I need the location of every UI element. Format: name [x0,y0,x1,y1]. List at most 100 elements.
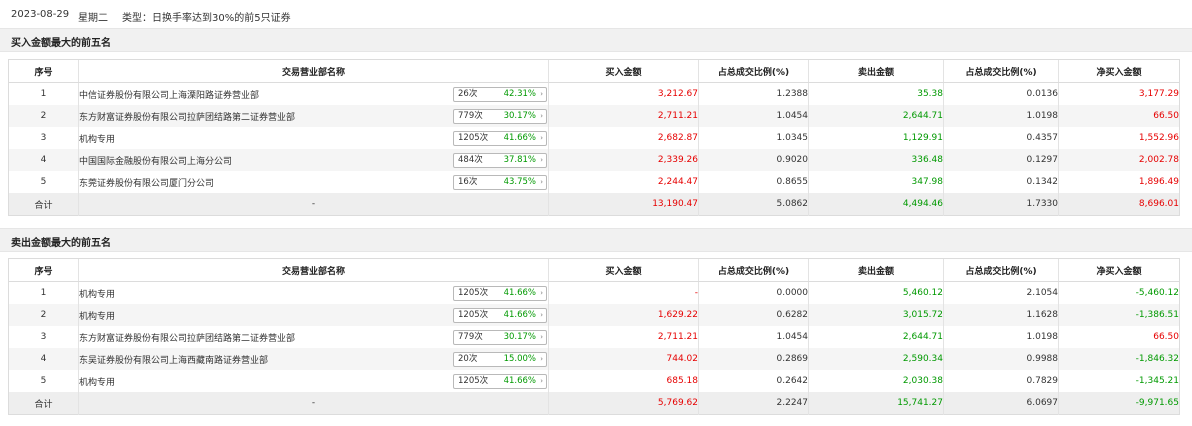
branch-stats-badge[interactable]: 16次 43.75% › [453,175,547,190]
branch-name-cell: 东吴证券股份有限公司上海西藏南路证券营业部 20次 15.00% › [78,348,549,370]
branch-stats-badge[interactable]: 1205次 41.66% › [453,308,547,323]
branch-name-cell: 机构专用 1205次 41.66% › [78,370,549,392]
buy-amount-cell: 2,682.87 [548,127,699,149]
total-sell-ratio: 6.0697 [943,392,1059,415]
table-row: 1 机构专用 1205次 41.66% › -0.0000 5,460.12 2.1054 -5… [9,281,1180,304]
branch-stats-badge[interactable]: 20次 15.00% › [453,352,547,367]
sell-amount-cell: 336.48 [808,149,944,171]
win-rate: 41.66% [503,133,536,143]
branch-name-link[interactable]: 机构专用 [80,312,116,322]
branch-name-link[interactable]: 机构专用 [80,378,116,388]
win-rate: 30.17% [503,111,536,121]
branch-name-link[interactable]: 东方财富证券股份有限公司拉萨团结路第二证券营业部 [80,113,296,123]
buy-ratio-cell: 1.0454 [698,326,809,348]
buy-ratio-cell: 1.0454 [698,105,809,127]
sell-ratio-cell: 1.0198 [943,326,1059,348]
chevron-right-icon: › [540,178,543,186]
branch-name-link[interactable]: 机构专用 [80,290,116,300]
branch-stats-badge[interactable]: 484次 37.81% › [453,153,547,168]
rank-cell: 4 [8,149,79,171]
chevron-right-icon: › [540,355,543,363]
col-net-buy: 净买入金额 [1058,258,1180,282]
win-rate: 30.17% [503,332,536,342]
branch-stats-badge[interactable]: 779次 30.17% › [453,109,547,124]
table-row: 3 东方财富证券股份有限公司拉萨团结路第二证券营业部 779次 30.17% › 2,71… [9,326,1180,348]
total-row: 合计 -13,190.47 5.0862 4,494.46 1.7330 8,696.01 [8,193,1180,216]
branch-name-cell: 中信证券股份有限公司上海溧阳路证券营业部 26次 42.31% › [78,82,549,105]
net-buy-cell: -1,386.51 [1058,304,1180,326]
buy-ratio-cell: 0.0000 [698,281,809,304]
buy-ratio-cell: 0.2642 [698,370,809,392]
list-type: 类型：日换手率达到30%的前5只证券 [122,13,291,24]
total-net-buy: 8,696.01 [1058,193,1180,216]
total-sell-amount: 15,741.27 [808,392,944,415]
col-sell-ratio: 占总成交比例(%) [943,258,1059,282]
buy-section-header: 买入金额最大的前五名 [0,28,1192,52]
branch-stats-badge[interactable]: 1205次 41.66% › [453,131,547,146]
chevron-right-icon: › [540,289,543,297]
table-row: 2 机构专用 1205次 41.66% › 1,629.22 0.6282 3,015.72 1… [8,304,1180,326]
chevron-right-icon: › [540,333,543,341]
net-buy-cell: 1,896.49 [1058,171,1180,193]
listing-count: 20次 [458,354,478,364]
table-row: 1 中信证券股份有限公司上海溧阳路证券营业部 26次 42.31% › 3,212.67 1… [9,82,1180,105]
table-row: 2 东方财富证券股份有限公司拉萨团结路第二证券营业部 779次 30.17% › 2,71… [8,105,1180,127]
sell-section-header: 卖出金额最大的前五名 [0,228,1192,252]
sell-ratio-cell: 0.4357 [943,127,1059,149]
sell-amount-cell: 2,644.71 [808,105,944,127]
branch-name-link[interactable]: 中信证券股份有限公司上海溧阳路证券营业部 [80,91,260,101]
net-buy-cell: 1,552.96 [1058,127,1180,149]
table-row: 3 机构专用 1205次 41.66% › 2,682.87 1.0345 1,129.91 0… [9,127,1180,149]
info-bar: 2023-08-29 星期二 类型：日换手率达到30%的前5只证券 [0,0,1192,29]
branch-name-link[interactable]: 东吴证券股份有限公司上海西藏南路证券营业部 [80,356,269,366]
table-row: 5 东莞证券股份有限公司厦门分公司 16次 43.75% › 2,244.47 0.8655… [9,171,1180,193]
col-branch-name: 交易营业部名称 [78,59,549,83]
branch-stats-badge[interactable]: 1205次 41.66% › [453,374,547,389]
sell-ratio-cell: 0.7829 [943,370,1059,392]
sell-amount-cell: 3,015.72 [808,304,944,326]
sell-ratio-cell: 0.1342 [943,171,1059,193]
col-buy-ratio: 占总成交比例(%) [698,258,809,282]
branch-name-cell: 机构专用 1205次 41.66% › [78,281,549,304]
listing-count: 1205次 [458,133,489,143]
chevron-right-icon: › [540,90,543,98]
buy-amount-cell: 2,244.47 [548,171,699,193]
col-buy-amount: 买入金额 [548,59,699,83]
sell-amount-cell: 5,460.12 [808,281,944,304]
sell-ratio-cell: 0.0136 [943,82,1059,105]
sell-amount-cell: 2,644.71 [808,326,944,348]
net-buy-cell: 3,177.29 [1058,82,1180,105]
net-buy-cell: 2,002.78 [1058,149,1180,171]
branch-name-link[interactable]: 中国国际金融股份有限公司上海分公司 [80,157,233,167]
total-buy-amount: 13,190.47 [548,193,699,216]
buy-amount-cell: 3,212.67 [548,82,699,105]
total-buy-ratio: 2.2247 [698,392,809,415]
buy-ratio-cell: 1.2388 [698,82,809,105]
branch-name-link[interactable]: 机构专用 [80,135,116,145]
branch-name-link[interactable]: 东方财富证券股份有限公司拉萨团结路第二证券营业部 [80,334,296,344]
buy-amount-cell: 744.02 [548,348,699,370]
trade-date: 2023-08-29 [11,9,70,20]
col-rank: 序号 [8,258,79,282]
net-buy-cell: -5,460.12 [1058,281,1180,304]
listing-count: 26次 [458,89,478,99]
branch-stats-badge[interactable]: 779次 30.17% › [453,330,547,345]
buy-ratio-cell: 1.0345 [698,127,809,149]
rank-cell: 1 [40,288,47,298]
col-buy-amount: 买入金额 [548,258,699,282]
buy-ratio-cell: 0.6282 [698,304,809,326]
sell-ratio-cell: 1.1628 [943,304,1059,326]
buy-amount-cell: 685.18 [548,370,699,392]
branch-stats-badge[interactable]: 1205次 41.66% › [453,286,547,301]
branch-name-cell: 机构专用 1205次 41.66% › [78,304,549,326]
branch-stats-badge[interactable]: 26次 42.31% › [453,87,547,102]
buy-amount-cell: 2,711.21 [548,326,699,348]
table-header-row: 序号 交易营业部名称 买入金额 占总成交比例(%) 卖出金额 占总成交比例(%)… [8,258,1180,282]
buy-top5-table: 序号 交易营业部名称 买入金额 占总成交比例(%) 卖出金额 占总成交比例(%)… [8,59,1180,216]
branch-name-cell: 东莞证券股份有限公司厦门分公司 16次 43.75% › [78,171,549,193]
sell-ratio-cell: 2.1054 [943,281,1059,304]
branch-name-link[interactable]: 东莞证券股份有限公司厦门分公司 [80,179,215,189]
net-buy-cell: 66.50 [1058,326,1180,348]
total-sell-ratio: 1.7330 [943,193,1059,216]
branch-name-cell: 机构专用 1205次 41.66% › [78,127,549,149]
